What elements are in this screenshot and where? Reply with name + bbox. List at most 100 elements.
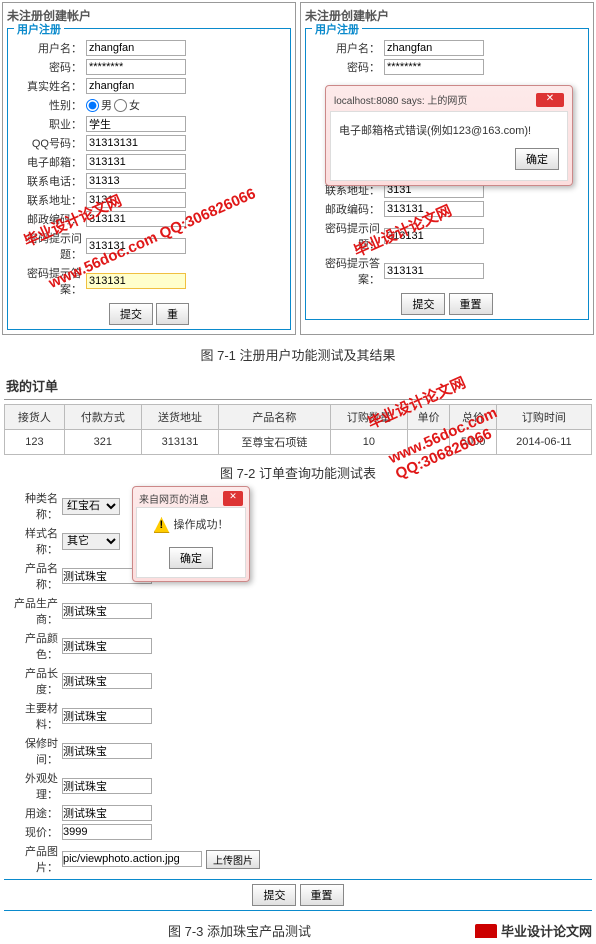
pwq-input[interactable] bbox=[86, 238, 186, 254]
td bbox=[407, 430, 449, 455]
look-input[interactable] bbox=[62, 778, 152, 794]
label-pwq: 密码提示问题： bbox=[12, 230, 86, 262]
close-icon[interactable]: ✕ bbox=[536, 93, 564, 107]
footer-logo-text: 毕业设计论文网 bbox=[501, 921, 592, 940]
orders-section: 我的订单 接货人 付款方式 送货地址 产品名称 订购数量 单价 总价 订购时间 … bbox=[4, 372, 592, 455]
zip-input[interactable] bbox=[86, 211, 186, 227]
pwa-input[interactable] bbox=[384, 263, 484, 279]
pic-input[interactable] bbox=[62, 851, 202, 867]
th: 订购时间 bbox=[496, 405, 591, 430]
td: 10 bbox=[330, 430, 407, 455]
addr-input[interactable] bbox=[86, 192, 186, 208]
label-email: 电子邮箱： bbox=[12, 154, 86, 170]
maker-input[interactable] bbox=[62, 603, 152, 619]
gender-female-radio[interactable] bbox=[114, 99, 127, 112]
submit-button[interactable]: 提交 bbox=[109, 303, 153, 325]
length-input[interactable] bbox=[62, 673, 152, 689]
label-occupation: 职业： bbox=[12, 116, 86, 132]
footer-logo: 毕业设计论文网 bbox=[475, 921, 592, 940]
td: 至尊宝石项链 bbox=[219, 430, 331, 455]
label-username: 用户名： bbox=[310, 40, 384, 56]
label-warranty: 保修时间： bbox=[4, 735, 62, 767]
label-pwq: 密码提示问题： bbox=[310, 220, 384, 252]
zip-input[interactable] bbox=[384, 201, 484, 217]
success-msgbox: 来自网页的消息 ✕ 操作成功！ 确定 bbox=[132, 486, 250, 582]
th: 接货人 bbox=[5, 405, 65, 430]
th: 总价 bbox=[450, 405, 496, 430]
th: 送货地址 bbox=[141, 405, 218, 430]
style-select[interactable]: 其它 bbox=[62, 533, 120, 550]
color-input[interactable] bbox=[62, 638, 152, 654]
label-look: 外观处理： bbox=[4, 770, 62, 802]
gender-male-label: 男 bbox=[101, 97, 112, 113]
gender-male-radio[interactable] bbox=[86, 99, 99, 112]
orders-table: 接货人 付款方式 送货地址 产品名称 订购数量 单价 总价 订购时间 123 3… bbox=[4, 404, 592, 455]
th: 产品名称 bbox=[219, 405, 331, 430]
orders-title: 我的订单 bbox=[4, 372, 592, 400]
dialog-title-text: localhost:8080 says: 上的网页 bbox=[334, 92, 467, 107]
label-addr: 联系地址： bbox=[12, 192, 86, 208]
submit-button[interactable]: 提交 bbox=[252, 884, 296, 906]
td: 123 bbox=[5, 430, 65, 455]
label-material: 主要材料： bbox=[4, 700, 62, 732]
msgbox-body-text: 操作成功！ bbox=[174, 519, 229, 531]
table-header-row: 接货人 付款方式 送货地址 产品名称 订购数量 单价 总价 订购时间 bbox=[5, 405, 592, 430]
td: 313131 bbox=[141, 430, 218, 455]
pwq-input[interactable] bbox=[384, 228, 484, 244]
label-phone: 联系电话： bbox=[12, 173, 86, 189]
material-input[interactable] bbox=[62, 708, 152, 724]
td: 321 bbox=[64, 430, 141, 455]
reset-button[interactable]: 重 bbox=[156, 303, 189, 325]
username-input[interactable] bbox=[384, 40, 484, 56]
figure-caption-3: 图 7-3 添加珠宝产品测试 bbox=[4, 921, 475, 940]
label-maker: 产品生产商： bbox=[4, 595, 62, 627]
password-input[interactable] bbox=[86, 59, 186, 75]
label-zip: 邮政编码： bbox=[12, 211, 86, 227]
password-input[interactable] bbox=[384, 59, 484, 75]
product-form-section: 种类名称：红宝石 样式名称：其它 产品名称： 产品生产商： 产品颜色： 产品长度… bbox=[4, 490, 592, 911]
label-qq: QQ号码： bbox=[12, 135, 86, 151]
right-register-panel: 未注册创建帐户 用户注册 用户名： 密码： 联系电话： 联系地址： 邮政编码： … bbox=[300, 2, 594, 335]
label-pic: 产品图片： bbox=[4, 843, 62, 875]
alert-dialog: localhost:8080 says: 上的网页 ✕ 电子邮箱格式错误(例如1… bbox=[325, 85, 573, 186]
fieldset-legend: 用户注册 bbox=[14, 21, 64, 37]
realname-input[interactable] bbox=[86, 78, 186, 94]
dialog-ok-button[interactable]: 确定 bbox=[515, 148, 559, 170]
use-input[interactable] bbox=[62, 805, 152, 821]
close-icon[interactable]: ✕ bbox=[223, 491, 243, 506]
td: 5000 bbox=[450, 430, 496, 455]
label-username: 用户名： bbox=[12, 40, 86, 56]
price-input[interactable] bbox=[62, 824, 152, 840]
email-input[interactable] bbox=[86, 154, 186, 170]
qq-input[interactable] bbox=[86, 135, 186, 151]
label-pwa: 密码提示答案： bbox=[12, 265, 86, 297]
label-name: 产品名称： bbox=[4, 560, 62, 592]
username-input[interactable] bbox=[86, 40, 186, 56]
label-use: 用途： bbox=[4, 805, 62, 821]
reset-button[interactable]: 重置 bbox=[300, 884, 344, 906]
dialog-message: 电子邮箱格式错误(例如123@163.com)! bbox=[339, 122, 559, 138]
upload-button[interactable]: 上传图片 bbox=[206, 850, 260, 869]
kind-select[interactable]: 红宝石 bbox=[62, 498, 120, 515]
label-style: 样式名称： bbox=[4, 525, 62, 557]
label-length: 产品长度： bbox=[4, 665, 62, 697]
pwa-input[interactable] bbox=[86, 273, 186, 289]
figure-caption-1: 图 7-1 注册用户功能测试及其结果 bbox=[0, 345, 596, 364]
occupation-input[interactable] bbox=[86, 116, 186, 132]
th: 单价 bbox=[407, 405, 449, 430]
warranty-input[interactable] bbox=[62, 743, 152, 759]
label-price: 现价： bbox=[4, 824, 62, 840]
th: 付款方式 bbox=[64, 405, 141, 430]
fieldset-legend: 用户注册 bbox=[312, 21, 362, 37]
warning-icon bbox=[154, 517, 170, 533]
label-gender: 性别： bbox=[12, 97, 86, 113]
label-password: 密码： bbox=[12, 59, 86, 75]
label-password: 密码： bbox=[310, 59, 384, 75]
table-row: 123 321 313131 至尊宝石项链 10 5000 2014-06-11 bbox=[5, 430, 592, 455]
label-pwa: 密码提示答案： bbox=[310, 255, 384, 287]
label-zip: 邮政编码： bbox=[310, 201, 384, 217]
phone-input[interactable] bbox=[86, 173, 186, 189]
reset-button[interactable]: 重置 bbox=[449, 293, 493, 315]
submit-button[interactable]: 提交 bbox=[401, 293, 445, 315]
msgbox-ok-button[interactable]: 确定 bbox=[169, 547, 213, 569]
